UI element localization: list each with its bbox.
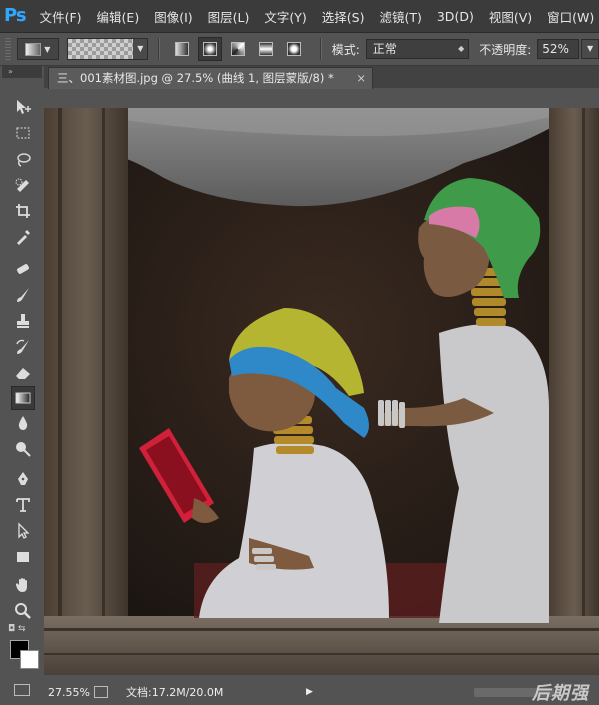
- zoom-tool[interactable]: [12, 600, 34, 622]
- type-tool[interactable]: [12, 494, 34, 516]
- document-canvas[interactable]: [44, 108, 599, 675]
- history-brush-tool[interactable]: [12, 336, 34, 358]
- export-icon[interactable]: [94, 686, 108, 698]
- blend-mode-value: 正常: [372, 42, 397, 56]
- divider: [158, 38, 161, 60]
- menu-bar: Ps 文件(F) 编辑(E) 图像(I) 图层(L) 文字(Y) 选择(S) 滤…: [0, 0, 599, 33]
- rectangular-marquee-icon: [16, 127, 30, 139]
- clone-stamp-tool[interactable]: [12, 310, 34, 332]
- angle-gradient-button[interactable]: [226, 37, 250, 61]
- eraser-icon: [16, 368, 30, 379]
- angle-gradient-icon: [231, 42, 245, 56]
- opacity-input[interactable]: 52%: [537, 39, 580, 59]
- bandage-icon: [17, 264, 29, 274]
- document-tab-title: 三、001素材图.jpg @ 27.5% (曲线 1, 图层蒙版/8) *: [57, 71, 334, 85]
- hand-icon: [15, 578, 27, 592]
- opacity-label: 不透明度:: [479, 42, 532, 57]
- menu-select[interactable]: 选择(S): [322, 7, 365, 26]
- reflected-gradient-button[interactable]: [254, 37, 278, 61]
- gradient-tool-icon: [25, 42, 42, 56]
- options-bar: ▼ ▼ 模式: 正常 ◆ 不透明度: 52% ▼: [0, 33, 599, 66]
- background-color-swatch[interactable]: [20, 650, 39, 669]
- mode-label: 模式:: [331, 42, 360, 57]
- document-size: 文档:17.2M/20.0M: [126, 686, 224, 699]
- radial-gradient-button[interactable]: [198, 37, 223, 61]
- hand-tool[interactable]: [12, 574, 34, 596]
- menu-edit[interactable]: 编辑(E): [97, 7, 140, 26]
- magnifier-icon: [15, 603, 31, 619]
- quick-selection-tool[interactable]: [12, 174, 34, 196]
- marquee-tool[interactable]: [12, 122, 34, 144]
- history-brush-icon: [16, 339, 29, 354]
- opacity-dropdown-button[interactable]: ▼: [581, 39, 599, 59]
- stamp-icon: [17, 314, 29, 328]
- menu-3d[interactable]: 3D(D): [437, 9, 474, 24]
- document-tabs: 三、001素材图.jpg @ 27.5% (曲线 1, 图层蒙版/8) * ×: [44, 66, 599, 89]
- photoshop-logo: Ps: [4, 5, 27, 26]
- divider: [319, 38, 322, 60]
- linear-gradient-icon: [175, 42, 190, 56]
- lasso-icon: [17, 153, 31, 167]
- chevron-down-icon: ▼: [44, 44, 51, 54]
- canvas-photo: [44, 108, 599, 675]
- options-bar-grip[interactable]: [5, 38, 11, 60]
- gradient-picker[interactable]: ▼: [66, 38, 149, 60]
- document-tab[interactable]: 三、001素材图.jpg @ 27.5% (曲线 1, 图层蒙版/8) * ×: [48, 67, 373, 89]
- eyedropper-tool[interactable]: [12, 226, 34, 248]
- blend-mode-select[interactable]: 正常 ◆: [365, 39, 470, 59]
- tools-panel: » ◘ ⇆: [2, 66, 42, 700]
- blur-tool[interactable]: [12, 412, 34, 434]
- move-tool[interactable]: [12, 96, 34, 118]
- status-menu-arrow[interactable]: ▶: [306, 687, 313, 697]
- menu-filter[interactable]: 滤镜(T): [379, 7, 421, 26]
- quick-mask-icon[interactable]: [14, 684, 30, 696]
- menu-view[interactable]: 视图(V): [489, 7, 532, 26]
- quick-selection-icon: [15, 178, 29, 192]
- tool-preset-picker[interactable]: ▼: [16, 38, 59, 60]
- watermark: 后期强: [532, 683, 589, 704]
- path-selection-icon: [18, 522, 30, 539]
- eyedropper-icon: [17, 230, 30, 245]
- move-icon: [17, 100, 31, 114]
- lasso-tool[interactable]: [12, 148, 34, 170]
- tools-panel-collapse[interactable]: »: [2, 66, 42, 78]
- type-icon: [16, 498, 30, 512]
- dodge-icon: [16, 442, 31, 457]
- brush-icon: [17, 288, 29, 302]
- pen-tool[interactable]: [12, 468, 34, 490]
- crop-icon: [16, 204, 30, 218]
- menu-type[interactable]: 文字(Y): [264, 7, 306, 26]
- updown-arrows-icon: ◆: [458, 44, 465, 53]
- linear-gradient-button[interactable]: [170, 37, 194, 61]
- default-colors-icon[interactable]: ◘ ⇆: [8, 624, 26, 634]
- spot-healing-tool[interactable]: [12, 258, 34, 280]
- rectangle-icon: [17, 552, 29, 562]
- reflected-gradient-icon: [258, 42, 273, 56]
- path-selection-tool[interactable]: [12, 520, 34, 542]
- dodge-tool[interactable]: [12, 438, 34, 460]
- crop-tool[interactable]: [12, 200, 34, 222]
- chevron-down-icon[interactable]: ▼: [133, 39, 148, 59]
- pen-icon: [18, 472, 28, 485]
- rectangle-tool[interactable]: [12, 546, 34, 568]
- radial-gradient-icon: [203, 42, 218, 56]
- zoom-level[interactable]: 27.55%: [48, 686, 90, 699]
- menu-layer[interactable]: 图层(L): [208, 7, 250, 26]
- gradient-tool[interactable]: [11, 386, 35, 410]
- status-bar: 27.55% 文档:17.2M/20.0M ▶ 后期强: [44, 681, 599, 704]
- diamond-gradient-button[interactable]: [282, 37, 306, 61]
- eraser-tool[interactable]: [12, 362, 34, 384]
- diamond-gradient-icon: [286, 42, 301, 56]
- menu-image[interactable]: 图像(I): [154, 7, 192, 26]
- brush-tool[interactable]: [12, 284, 34, 306]
- menu-window[interactable]: 窗口(W): [547, 7, 594, 26]
- menu-file[interactable]: 文件(F): [40, 7, 82, 26]
- close-icon[interactable]: ×: [356, 68, 366, 88]
- gradient-icon: [15, 392, 31, 404]
- water-drop-icon: [18, 416, 28, 430]
